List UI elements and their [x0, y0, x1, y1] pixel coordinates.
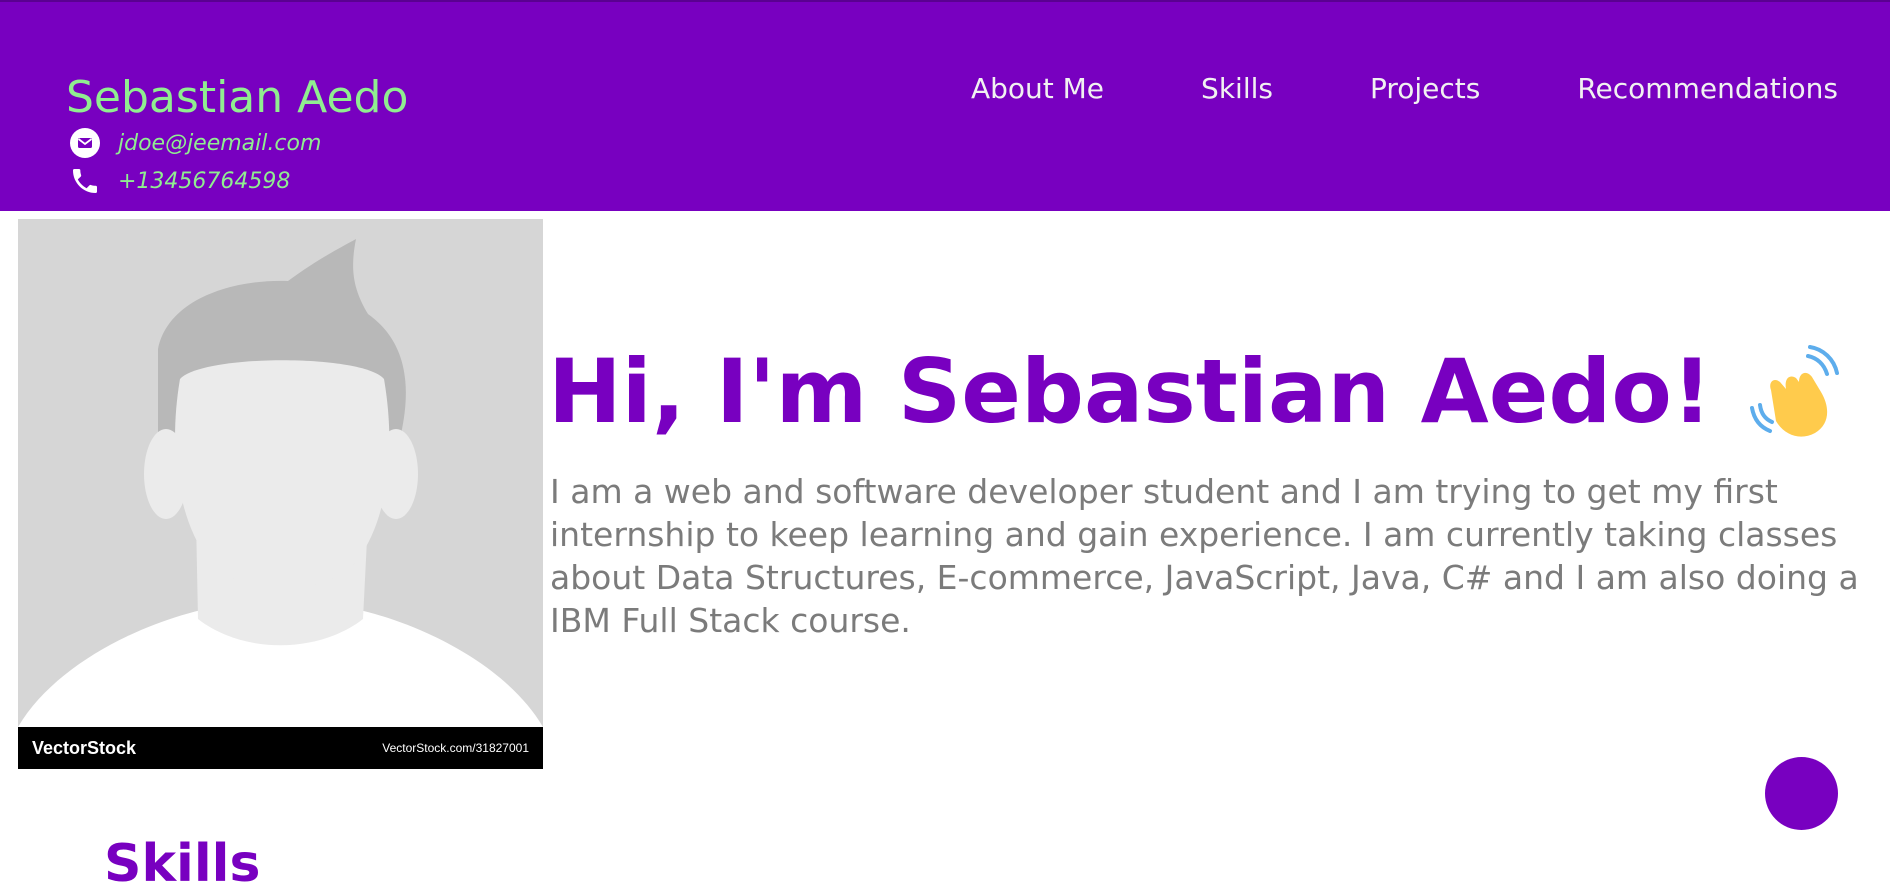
nav-about-me[interactable]: About Me	[971, 72, 1104, 105]
site-header: Sebastian Aedo jdoe@jeemail.com +1345676…	[0, 0, 1890, 211]
envelope-icon	[68, 126, 102, 160]
nav-recommendations[interactable]: Recommendations	[1577, 72, 1838, 105]
contact-email: jdoe@jeemail.com	[68, 126, 321, 160]
floating-action-button[interactable]	[1765, 757, 1838, 830]
hero-heading: Hi, I'm Sebastian Aedo!	[548, 340, 1842, 443]
main-nav: About Me Skills Projects Recommendations	[971, 72, 1838, 105]
phone-link[interactable]: +13456764598	[118, 169, 290, 194]
phone-icon	[68, 164, 102, 198]
hero-title-text: Hi, I'm Sebastian Aedo!	[548, 340, 1712, 443]
watermark-url: VectorStock.com/31827001	[382, 741, 529, 755]
watermark-brand: VectorStock	[32, 737, 137, 758]
waving-hand-icon	[1746, 344, 1842, 440]
intro-paragraph: I am a web and software developer studen…	[550, 472, 1859, 640]
nav-skills[interactable]: Skills	[1201, 72, 1273, 105]
skills-section-title: Skills	[104, 834, 261, 894]
avatar-placeholder-icon	[18, 219, 543, 727]
contact-phone: +13456764598	[68, 164, 290, 198]
profile-photo: VectorStock VectorStock.com/31827001	[18, 219, 543, 769]
nav-projects[interactable]: Projects	[1370, 72, 1480, 105]
image-watermark-bar: VectorStock VectorStock.com/31827001	[18, 727, 543, 769]
site-name: Sebastian Aedo	[66, 72, 409, 123]
email-link[interactable]: jdoe@jeemail.com	[118, 131, 321, 156]
